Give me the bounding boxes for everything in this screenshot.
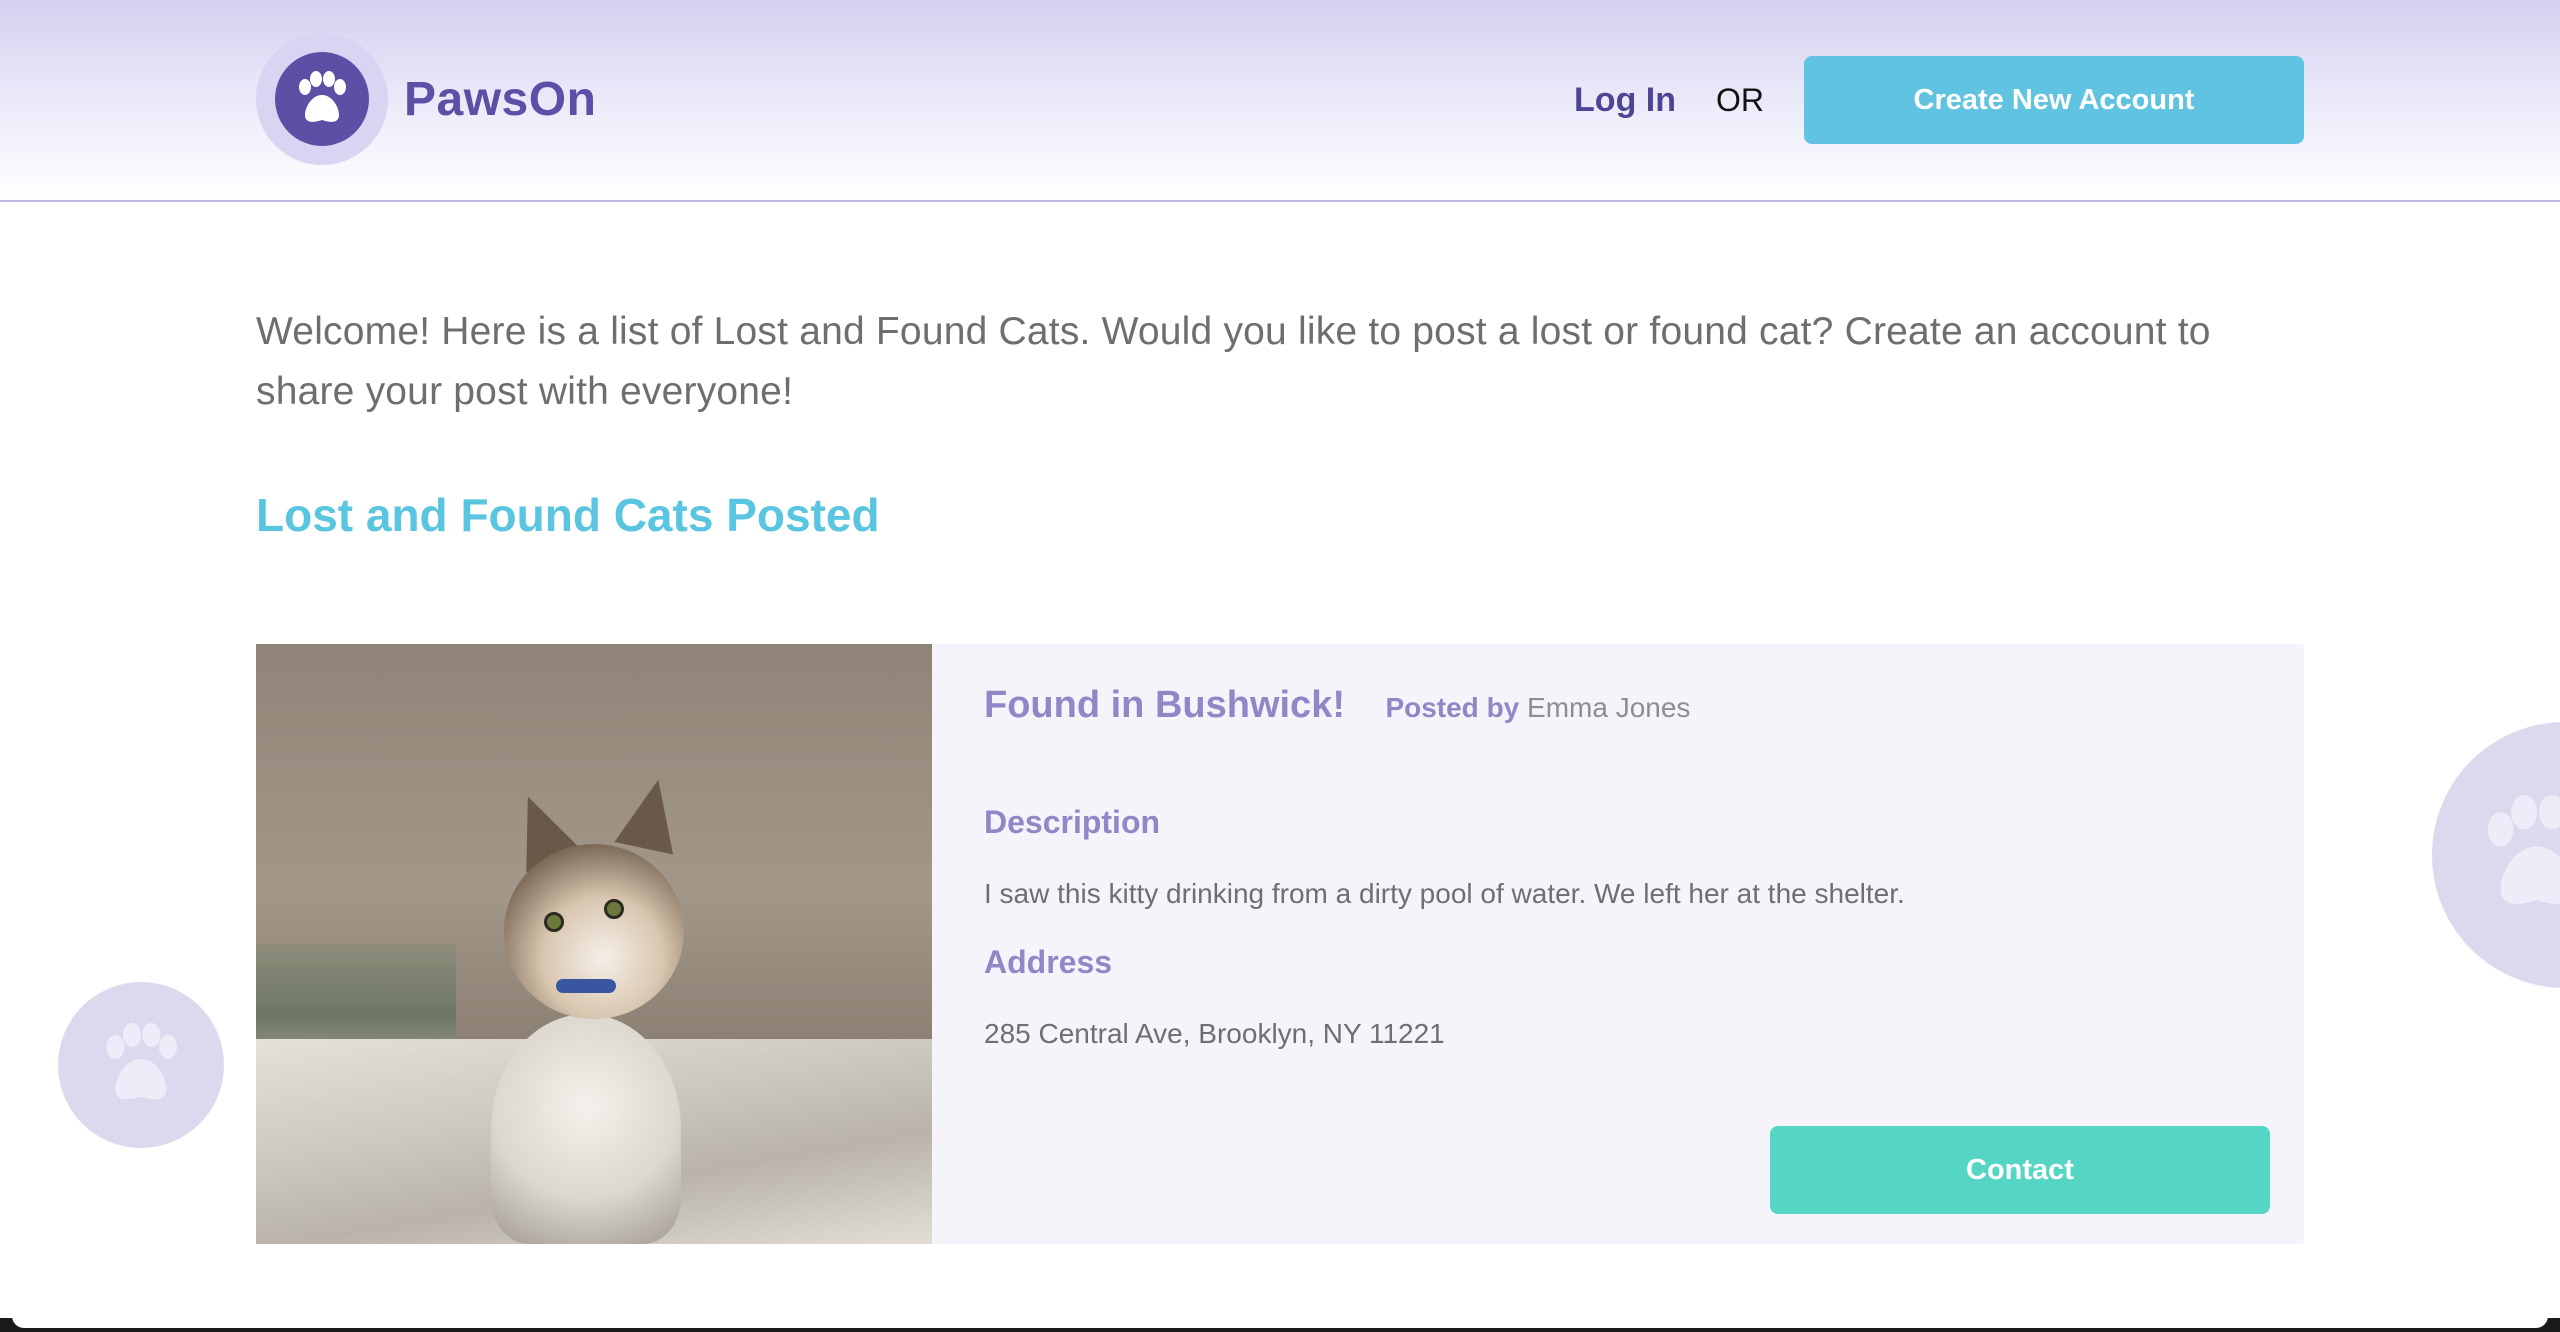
auth-nav: Log In OR Create New Account (1574, 56, 2304, 144)
post-info: Found in Bushwick! Posted by Emma Jones … (932, 644, 2304, 1244)
logo-badge (256, 33, 388, 165)
or-separator: OR (1716, 81, 1764, 118)
photo-cat-eye-left (544, 912, 564, 932)
paw-icon (275, 52, 369, 146)
cat-photo (256, 644, 932, 1244)
window-bottom-fill (12, 1316, 2548, 1328)
section-title: Lost and Found Cats Posted (256, 489, 880, 541)
header: PawsOn Log In OR Create New Account (0, 0, 2560, 202)
photo-cat-eye-right (604, 899, 624, 919)
decorative-paw-icon (2432, 722, 2560, 988)
post-header: Found in Bushwick! Posted by Emma Jones (984, 684, 2252, 727)
address-label: Address (984, 944, 1113, 980)
contact-button[interactable]: Contact (1770, 1126, 2270, 1214)
address-text: 285 Central Ave, Brooklyn, NY 11221 (984, 1018, 1445, 1049)
welcome-text: Welcome! Here is a list of Lost and Foun… (256, 310, 2211, 413)
post-title: Found in Bushwick! (984, 684, 1345, 726)
page: PawsOn Log In OR Create New Account Welc… (0, 0, 2560, 1332)
photo-cat-collar (556, 979, 616, 993)
description-label: Description (984, 804, 1161, 840)
create-account-button[interactable]: Create New Account (1804, 56, 2304, 144)
login-link[interactable]: Log In (1574, 81, 1676, 120)
brand-name: PawsOn (404, 72, 597, 126)
post-author: Emma Jones (1527, 692, 1691, 723)
posted-by: Posted by Emma Jones (1385, 692, 1690, 723)
photo-cat-body (491, 1014, 681, 1244)
posted-by-label: Posted by (1385, 692, 1520, 723)
description-text: I saw this kitty drinking from a dirty p… (984, 878, 1905, 909)
decorative-paw-icon (58, 982, 224, 1148)
logo[interactable]: PawsOn (256, 33, 596, 165)
post-card: Found in Bushwick! Posted by Emma Jones … (256, 644, 2304, 1244)
